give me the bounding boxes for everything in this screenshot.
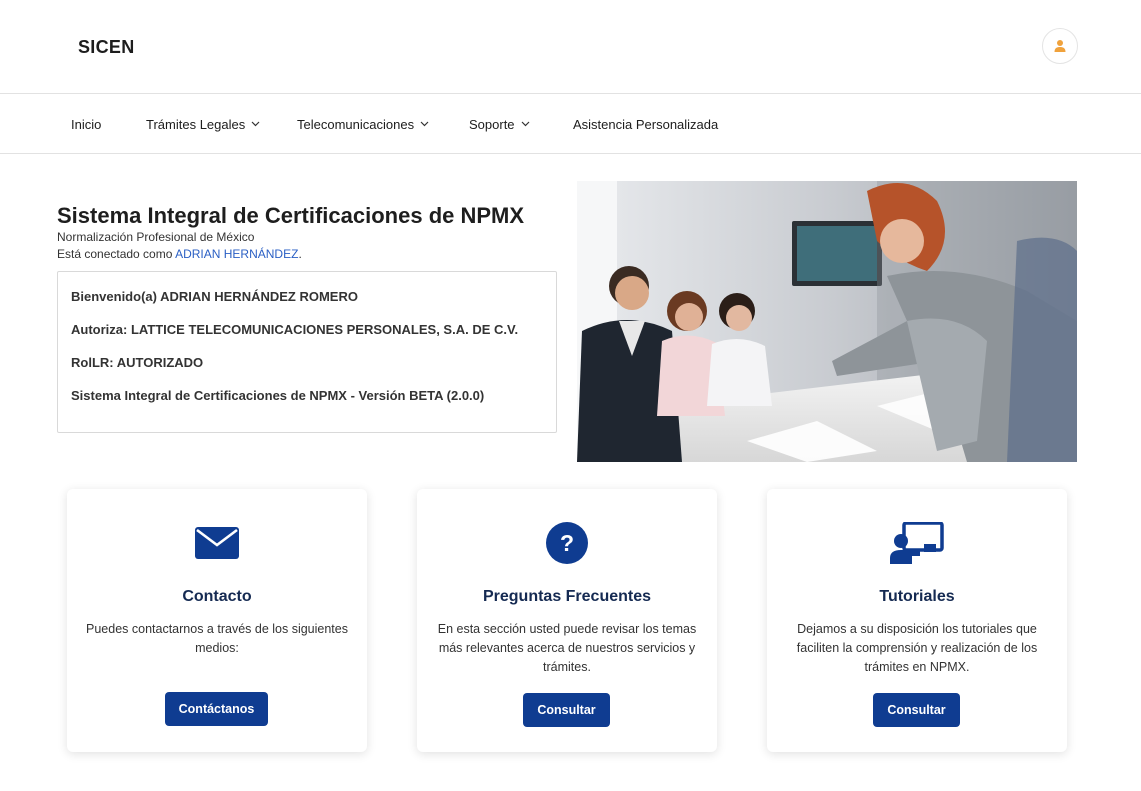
welcome-text: Bienvenido(a) ADRIAN HERNÁNDEZ ROMERO xyxy=(71,289,358,304)
tutorial-presentation-icon xyxy=(767,522,1067,564)
faq-card: ? Preguntas Frecuentes En esta sección u… xyxy=(417,489,717,752)
authorizes-text: Autoriza: LATTICE TELECOMUNICACIONES PER… xyxy=(71,322,519,337)
card-description: En esta sección usted puede revisar los … xyxy=(437,622,697,674)
nav-item-asistencia-personalizada[interactable]: Asistencia Personalizada xyxy=(573,94,718,154)
card-description: Dejamos a su disposición los tutoriales … xyxy=(796,622,1038,674)
nav-item-label: Inicio xyxy=(71,116,102,132)
nav-item-label: Trámites Legales xyxy=(146,116,246,132)
card-title: Contacto xyxy=(182,588,252,605)
chevron-down-icon xyxy=(251,121,260,127)
top-header: SICEN xyxy=(0,0,1141,94)
main-navigation: Inicio Trámites Legales Telecomunicacion… xyxy=(0,94,1141,154)
faq-consult-button[interactable]: Consultar xyxy=(523,693,610,727)
nav-item-inicio[interactable]: Inicio xyxy=(71,94,101,154)
envelope-icon xyxy=(67,527,367,559)
connected-user-link[interactable]: ADRIAN HERNÁNDEZ xyxy=(175,247,298,261)
svg-text:?: ? xyxy=(560,530,574,556)
tutorials-consult-button[interactable]: Consultar xyxy=(873,693,960,727)
connected-suffix: . xyxy=(298,247,302,261)
office-meeting-photo xyxy=(577,181,1077,462)
brand-logo-text[interactable]: SICEN xyxy=(78,37,135,58)
card-title: Preguntas Frecuentes xyxy=(482,588,652,605)
nav-item-label: Asistencia Personalizada xyxy=(573,116,719,132)
nav-item-label: Telecomunicaciones xyxy=(297,116,415,132)
nav-item-soporte[interactable]: Soporte xyxy=(469,94,530,154)
chevron-down-icon xyxy=(420,121,429,127)
chevron-down-icon xyxy=(521,121,530,127)
nav-item-label: Soporte xyxy=(469,116,515,132)
card-description: Puedes contactarnos a través de los sigu… xyxy=(86,622,348,655)
connected-as-text: Está conectado como ADRIAN HERNÁNDEZ. xyxy=(57,247,302,261)
user-menu-button[interactable] xyxy=(1042,28,1078,64)
user-icon xyxy=(1054,40,1066,52)
nav-item-telecomunicaciones[interactable]: Telecomunicaciones xyxy=(297,94,429,154)
contact-card: Contacto Puedes contactarnos a través de… xyxy=(67,489,367,752)
version-text: Sistema Integral de Certificaciones de N… xyxy=(71,388,485,403)
contact-button[interactable]: Contáctanos xyxy=(165,692,268,726)
connected-prefix: Está conectado como xyxy=(57,247,176,261)
tutorials-card: Tutoriales Dejamos a su disposición los … xyxy=(767,489,1067,752)
page-title: Sistema Integral de Certificaciones de N… xyxy=(57,203,525,228)
user-info-panel: Bienvenido(a) ADRIAN HERNÁNDEZ ROMERO Au… xyxy=(57,271,557,433)
nav-item-tramites-legales[interactable]: Trámites Legales xyxy=(146,94,260,154)
role-text: RolLR: AUTORIZADO xyxy=(71,355,204,370)
question-icon: ? xyxy=(417,522,717,564)
card-title: Tutoriales xyxy=(879,588,955,605)
page-subtitle: Normalización Profesional de México xyxy=(57,230,255,244)
